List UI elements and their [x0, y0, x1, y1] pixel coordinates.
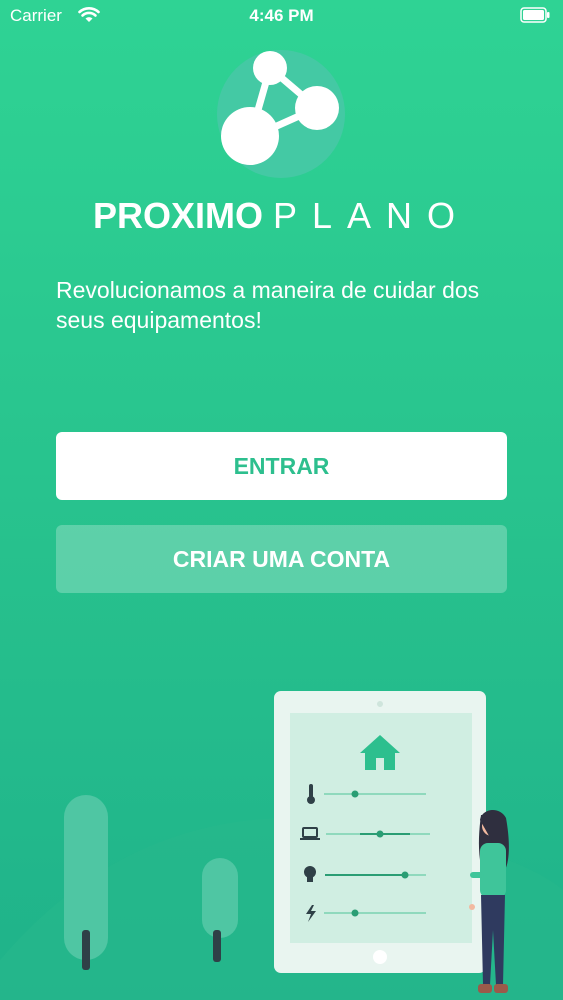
slider-knob-3 [401, 871, 409, 879]
brand-part-2: PLANO [272, 195, 471, 236]
smart-home-illustration [0, 691, 563, 1000]
slider-knob-1 [351, 790, 359, 798]
slider-knob-4 [351, 909, 359, 917]
enter-button[interactable]: ENTRAR [56, 432, 507, 500]
battery-icon [520, 7, 550, 23]
create-account-button[interactable]: CRIAR UMA CONTA [56, 525, 507, 593]
slider-knob-2 [376, 830, 384, 838]
brand-wordmark: PROXIMO PLANO [0, 195, 563, 237]
brand-part-1: PROXIMO [92, 195, 263, 236]
status-bar: Carrier 4:46 PM [0, 0, 563, 32]
status-time: 4:46 PM [249, 6, 314, 25]
tagline: Revolucionamos a maneira de cuidar dos s… [56, 277, 480, 333]
tree-right [202, 858, 238, 938]
logo-icon [221, 51, 339, 165]
